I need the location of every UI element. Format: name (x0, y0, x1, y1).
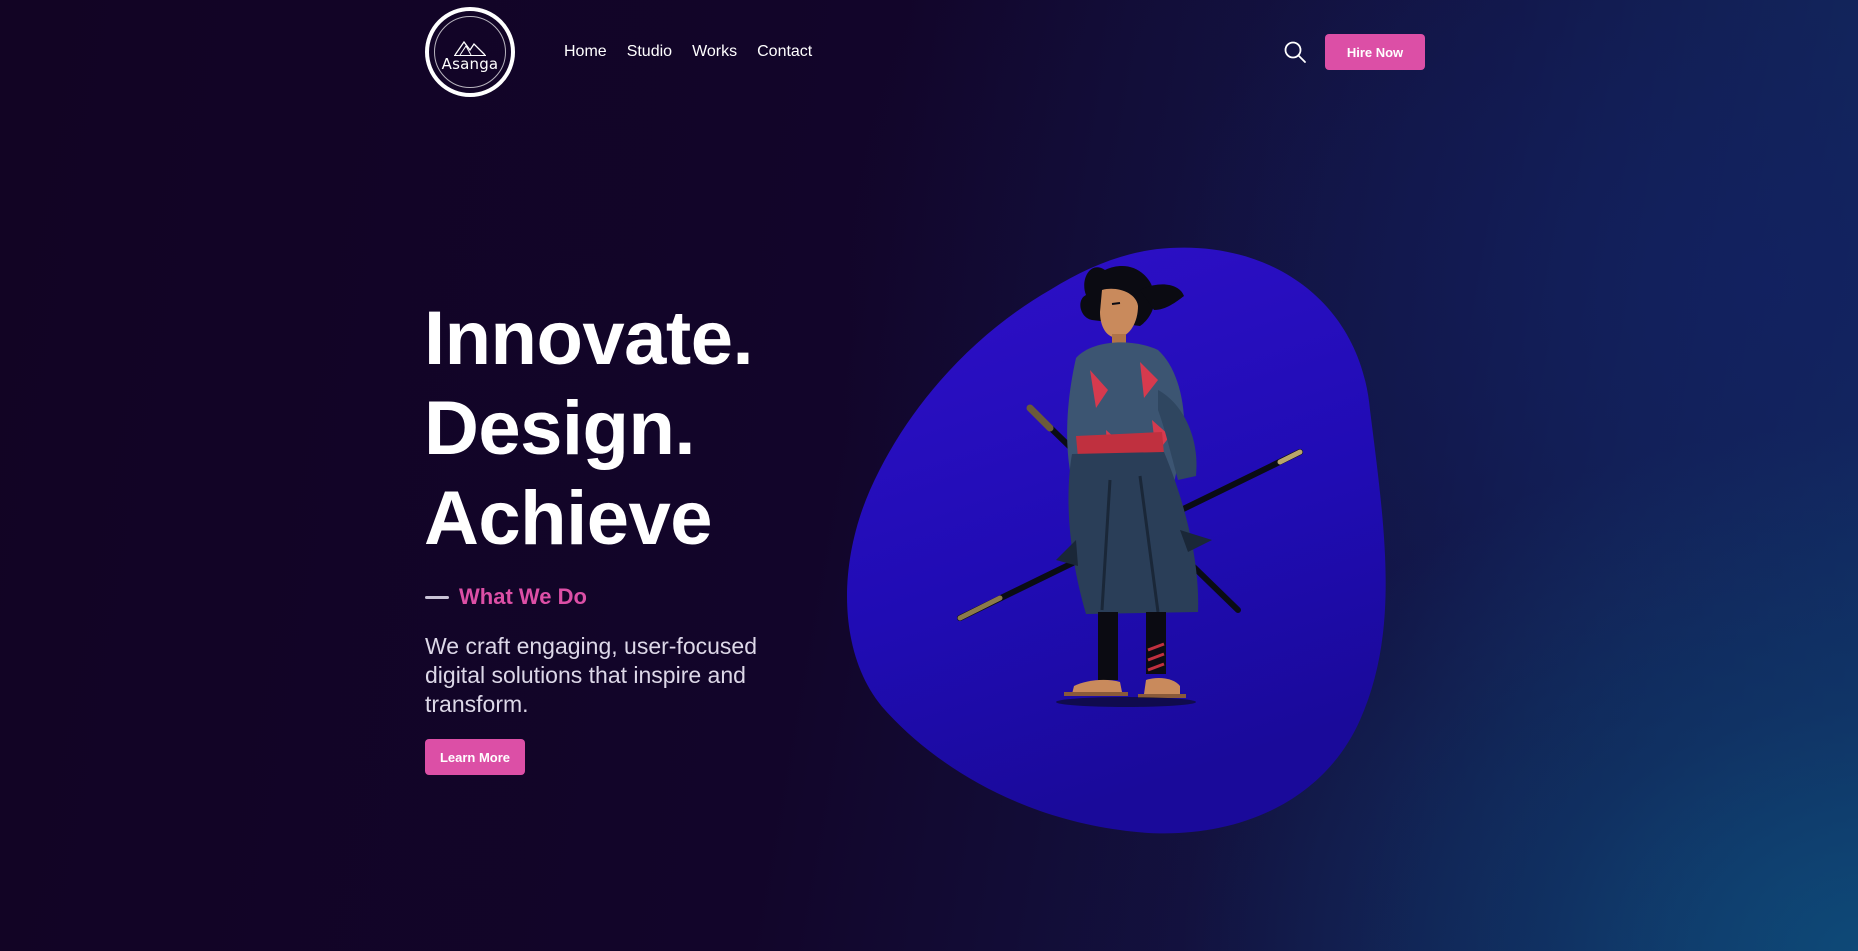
search-icon[interactable] (1283, 40, 1307, 64)
eyebrow-divider (425, 595, 449, 599)
logo-text: Asanga (441, 54, 499, 73)
hero-title-line: Design. (424, 386, 696, 471)
nav-works[interactable]: Works (692, 42, 737, 62)
nav-home[interactable]: Home (564, 42, 607, 62)
hire-now-button[interactable]: Hire Now (1325, 34, 1425, 70)
samurai-illustration (847, 247, 1386, 834)
main-nav: Home Studio Works Contact (564, 42, 812, 62)
nav-contact[interactable]: Contact (757, 42, 812, 62)
eyebrow-label: What We Do (459, 584, 587, 609)
mountain-icon (454, 40, 486, 56)
hero-description: We craft engaging, user-focused digital … (425, 633, 757, 717)
site-header: Asanga Home Studio Works Contact Hire No… (0, 0, 1858, 104)
learn-more-button[interactable]: Learn More (425, 739, 525, 775)
brand-logo[interactable]: Asanga (425, 7, 515, 97)
hero-title: Innovate. Design. Achieve (424, 294, 754, 564)
hero-title-line: Innovate. (424, 296, 754, 381)
nav-studio[interactable]: Studio (627, 42, 672, 62)
section-eyebrow: What We Do (425, 584, 587, 610)
hero-title-line: Achieve (424, 476, 713, 561)
